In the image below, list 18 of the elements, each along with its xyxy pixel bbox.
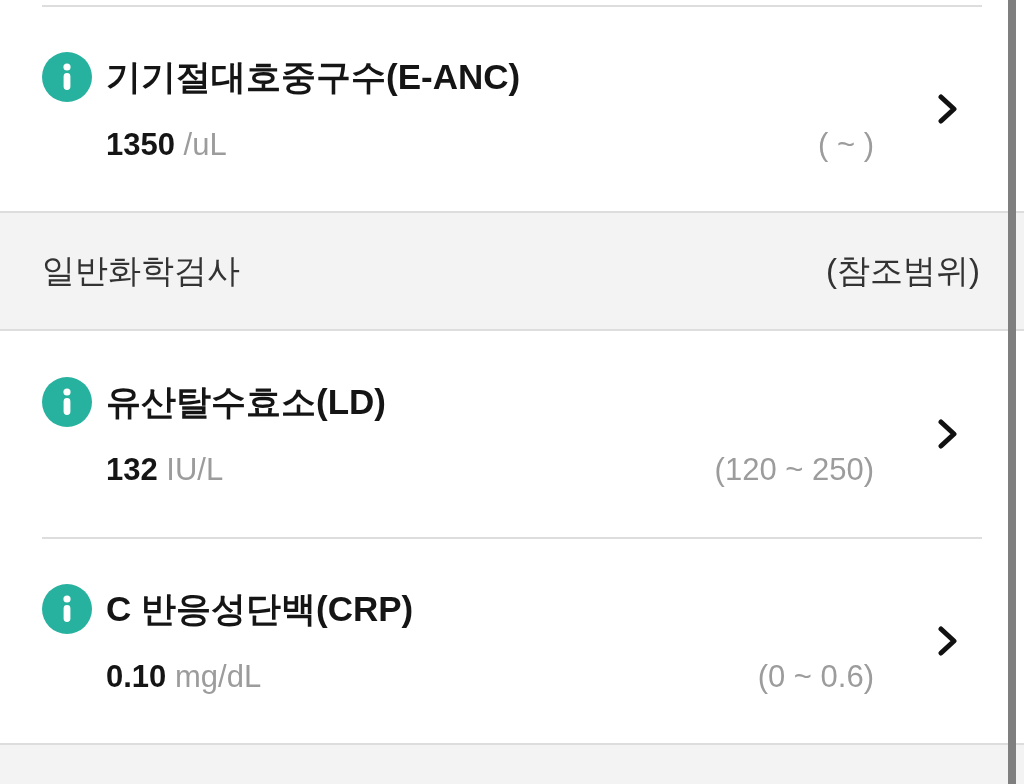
info-icon bbox=[42, 584, 92, 634]
test-result: 0.10 mg/dL bbox=[106, 658, 262, 696]
test-name: 기기절대호중구수(E-ANC) bbox=[106, 56, 521, 98]
reference-range: (120 ~ 250) bbox=[714, 451, 874, 489]
test-result: 1350 /uL bbox=[106, 126, 227, 164]
info-icon bbox=[42, 377, 92, 427]
reference-range: (0 ~ 0.6) bbox=[757, 658, 874, 696]
chevron-right-icon[interactable] bbox=[938, 626, 958, 656]
test-result: 132 IU/L bbox=[106, 451, 224, 489]
test-name: C 반응성단백(CRP) bbox=[106, 588, 414, 630]
info-icon bbox=[42, 52, 92, 102]
chevron-right-icon[interactable] bbox=[938, 94, 958, 124]
section-title: 일반화학검사 bbox=[42, 250, 240, 291]
reference-range-label: (참조범위) bbox=[826, 250, 980, 291]
scrollbar-thumb[interactable] bbox=[1008, 0, 1016, 784]
reference-range: ( ~ ) bbox=[818, 126, 874, 164]
chevron-right-icon[interactable] bbox=[938, 419, 958, 449]
test-name: 유산탈수효소(LD) bbox=[106, 381, 386, 423]
